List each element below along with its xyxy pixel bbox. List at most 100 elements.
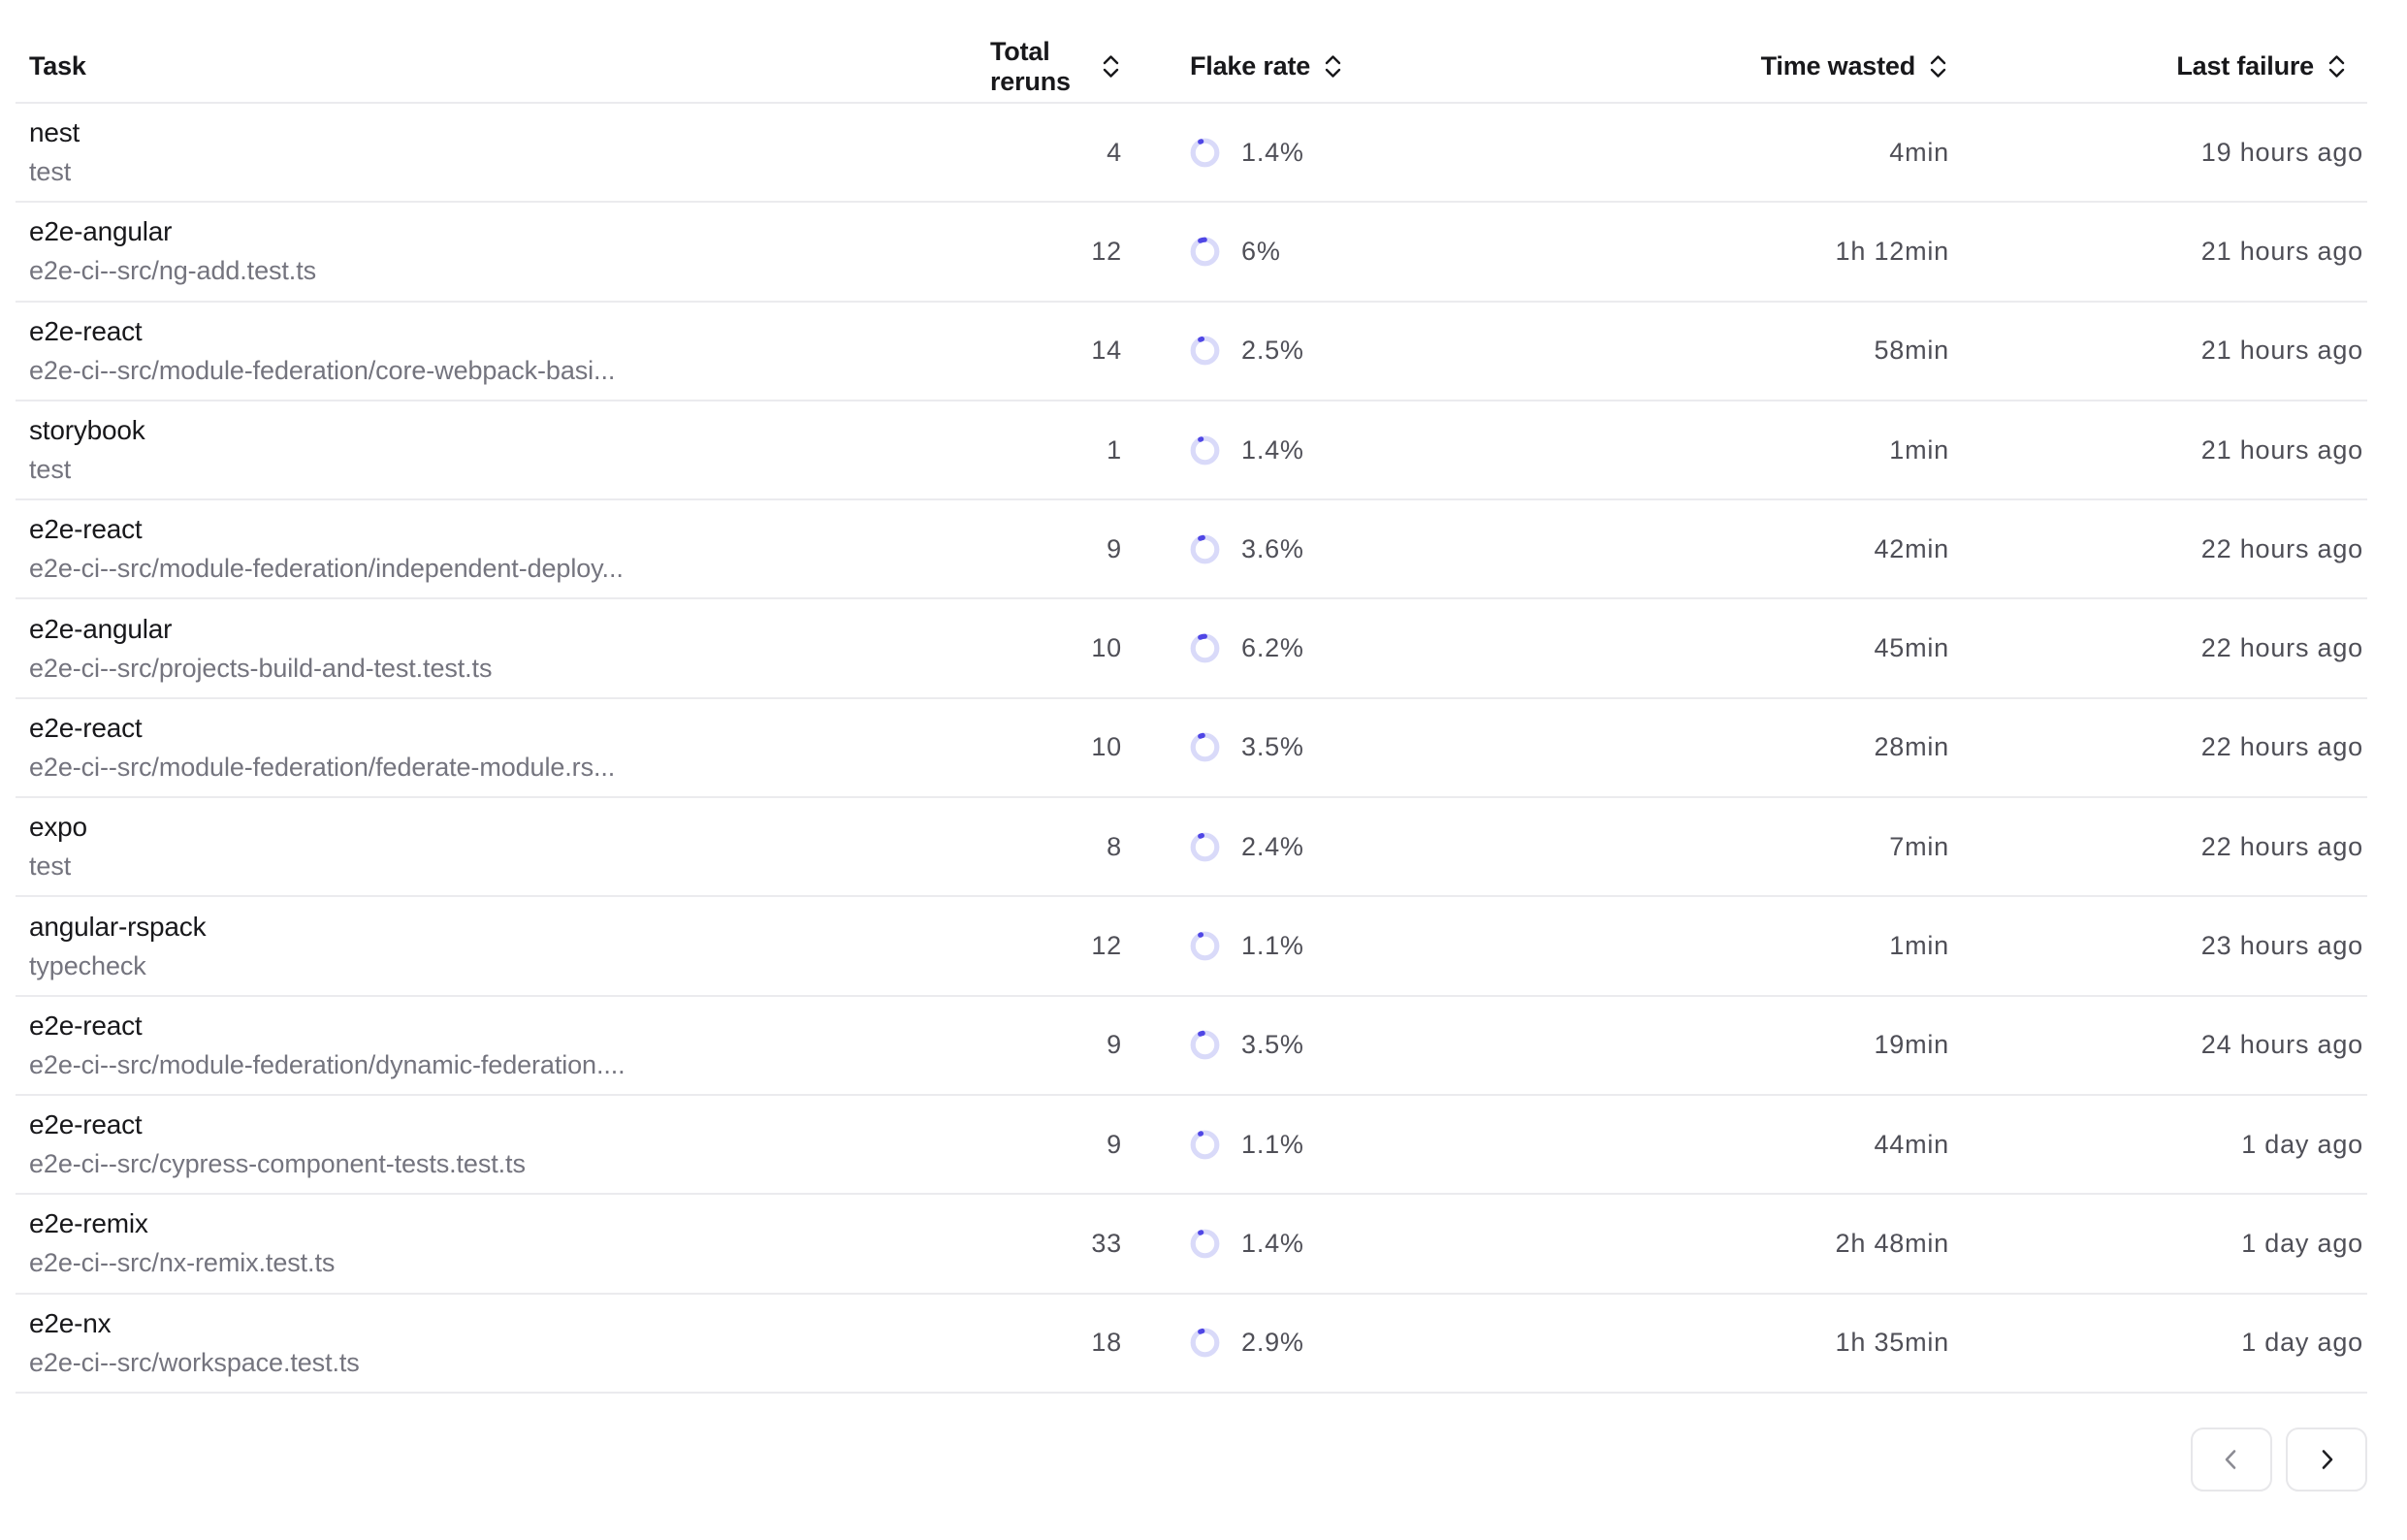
table-row[interactable]: e2e-react e2e-ci--src/module-federation/… (16, 303, 2367, 401)
flake-rate-value: 1.4% (1241, 1229, 1304, 1259)
total-reruns-value: 9 (990, 534, 1126, 564)
task-cell: e2e-react e2e-ci--src/module-federation/… (16, 316, 990, 386)
task-target-path: e2e-ci--src/cypress-component-tests.test… (29, 1149, 990, 1179)
flake-rate-donut-icon (1190, 1130, 1220, 1160)
task-name: expo (29, 812, 990, 843)
table-row[interactable]: e2e-react e2e-ci--src/module-federation/… (16, 699, 2367, 798)
flake-rate-cell: 3.6% (1126, 534, 1481, 564)
flake-rate-donut-icon (1190, 237, 1220, 267)
pagination (0, 1428, 2367, 1492)
task-cell: angular-rspack typecheck (16, 912, 990, 981)
task-name: e2e-remix (29, 1208, 990, 1239)
flake-rate-donut-icon (1190, 1229, 1220, 1259)
table-row[interactable]: e2e-react e2e-ci--src/module-federation/… (16, 997, 2367, 1096)
time-wasted-value: 42min (1481, 534, 1953, 564)
sort-updown-icon[interactable] (1927, 52, 1949, 80)
column-header-flake-rate[interactable]: Flake rate (1126, 0, 1481, 102)
column-header-label: Total reruns (990, 37, 1088, 97)
table-row[interactable]: angular-rspack typecheck 12 1.1% 1min 23… (16, 897, 2367, 996)
task-cell: expo test (16, 812, 990, 882)
last-failure-value: 1 day ago (1953, 1130, 2367, 1160)
task-cell: e2e-angular e2e-ci--src/ng-add.test.ts (16, 216, 990, 286)
task-name: storybook (29, 415, 990, 446)
time-wasted-value: 1min (1481, 931, 1953, 961)
task-cell: e2e-react e2e-ci--src/module-federation/… (16, 514, 990, 584)
flake-rate-value: 3.5% (1241, 1030, 1304, 1060)
table-row[interactable]: nest test 4 1.4% 4min 19 hours ago (16, 104, 2367, 203)
flake-rate-donut-icon (1190, 732, 1220, 762)
time-wasted-value: 1h 12min (1481, 237, 1953, 267)
flake-rate-donut-icon (1190, 435, 1220, 465)
task-target-path: e2e-ci--src/module-federation/federate-m… (29, 753, 990, 783)
time-wasted-value: 7min (1481, 832, 1953, 862)
flake-rate-value: 1.4% (1241, 435, 1304, 465)
task-cell: e2e-nx e2e-ci--src/workspace.test.ts (16, 1308, 990, 1378)
task-cell: storybook test (16, 415, 990, 485)
flake-rate-cell: 1.1% (1126, 1130, 1481, 1160)
last-failure-value: 1 day ago (1953, 1229, 2367, 1259)
total-reruns-value: 4 (990, 138, 1126, 168)
flake-rate-cell: 3.5% (1126, 1030, 1481, 1060)
flake-rate-donut-icon (1190, 633, 1220, 663)
task-target-path: e2e-ci--src/nx-remix.test.ts (29, 1248, 990, 1278)
column-header-time-wasted[interactable]: Time wasted (1481, 0, 1953, 102)
flake-rate-donut-icon (1190, 1030, 1220, 1060)
time-wasted-value: 2h 48min (1481, 1229, 1953, 1259)
table-header-row: Task Total reruns Flake rate Time wasted (16, 0, 2367, 104)
column-header-total-reruns[interactable]: Total reruns (990, 0, 1126, 102)
task-target-path: e2e-ci--src/projects-build-and-test.test… (29, 654, 990, 684)
table-row[interactable]: e2e-react e2e-ci--src/cypress-component-… (16, 1096, 2367, 1195)
table-row[interactable]: e2e-react e2e-ci--src/module-federation/… (16, 500, 2367, 599)
time-wasted-value: 44min (1481, 1130, 1953, 1160)
flake-rate-value: 2.5% (1241, 336, 1304, 366)
total-reruns-value: 33 (990, 1229, 1126, 1259)
flake-rate-donut-icon (1190, 534, 1220, 564)
column-header-label: Time wasted (1761, 51, 1915, 81)
total-reruns-value: 12 (990, 237, 1126, 267)
flake-rate-cell: 1.4% (1126, 138, 1481, 168)
task-cell: e2e-react e2e-ci--src/module-federation/… (16, 1011, 990, 1080)
flake-rate-cell: 2.9% (1126, 1328, 1481, 1358)
flake-rate-value: 1.4% (1241, 138, 1304, 168)
last-failure-value: 24 hours ago (1953, 1030, 2367, 1060)
total-reruns-value: 18 (990, 1328, 1126, 1358)
flake-rate-value: 2.4% (1241, 832, 1304, 862)
sort-updown-icon[interactable] (2326, 52, 2348, 80)
last-failure-value: 21 hours ago (1953, 336, 2367, 366)
sort-updown-icon[interactable] (1322, 52, 1344, 80)
total-reruns-value: 12 (990, 931, 1126, 961)
task-cell: nest test (16, 117, 990, 187)
total-reruns-value: 9 (990, 1030, 1126, 1060)
table-row[interactable]: e2e-angular e2e-ci--src/projects-build-a… (16, 599, 2367, 698)
table-row[interactable]: expo test 8 2.4% 7min 22 hours ago (16, 798, 2367, 897)
task-target-path: e2e-ci--src/module-federation/independen… (29, 554, 990, 584)
total-reruns-value: 8 (990, 832, 1126, 862)
task-name: e2e-nx (29, 1308, 990, 1339)
flake-rate-donut-icon (1190, 1328, 1220, 1358)
previous-page-button[interactable] (2191, 1428, 2272, 1492)
flake-rate-cell: 6% (1126, 237, 1481, 267)
table-row[interactable]: e2e-nx e2e-ci--src/workspace.test.ts 18 … (16, 1295, 2367, 1394)
table-row[interactable]: storybook test 1 1.4% 1min 21 hours ago (16, 401, 2367, 500)
table-row[interactable]: e2e-angular e2e-ci--src/ng-add.test.ts 1… (16, 203, 2367, 302)
time-wasted-value: 45min (1481, 633, 1953, 663)
flake-rate-value: 1.1% (1241, 931, 1304, 961)
table-row[interactable]: e2e-remix e2e-ci--src/nx-remix.test.ts 3… (16, 1195, 2367, 1294)
column-header-last-failure[interactable]: Last failure (1953, 0, 2367, 102)
flaky-tasks-table: Task Total reruns Flake rate Time wasted (16, 0, 2367, 1394)
flake-rate-value: 6% (1241, 237, 1281, 267)
task-cell: e2e-remix e2e-ci--src/nx-remix.test.ts (16, 1208, 990, 1278)
flake-rate-cell: 6.2% (1126, 633, 1481, 663)
chevron-left-icon (2219, 1447, 2244, 1472)
flake-rate-value: 3.6% (1241, 534, 1304, 564)
task-name: e2e-react (29, 1109, 990, 1140)
total-reruns-value: 10 (990, 732, 1126, 762)
last-failure-value: 22 hours ago (1953, 633, 2367, 663)
column-header-label: Flake rate (1190, 51, 1310, 81)
flake-rate-donut-icon (1190, 336, 1220, 366)
task-target-path: typecheck (29, 951, 990, 981)
next-page-button[interactable] (2286, 1428, 2367, 1492)
task-name: e2e-react (29, 316, 990, 347)
sort-updown-icon[interactable] (1100, 52, 1122, 80)
task-cell: e2e-react e2e-ci--src/module-federation/… (16, 713, 990, 783)
